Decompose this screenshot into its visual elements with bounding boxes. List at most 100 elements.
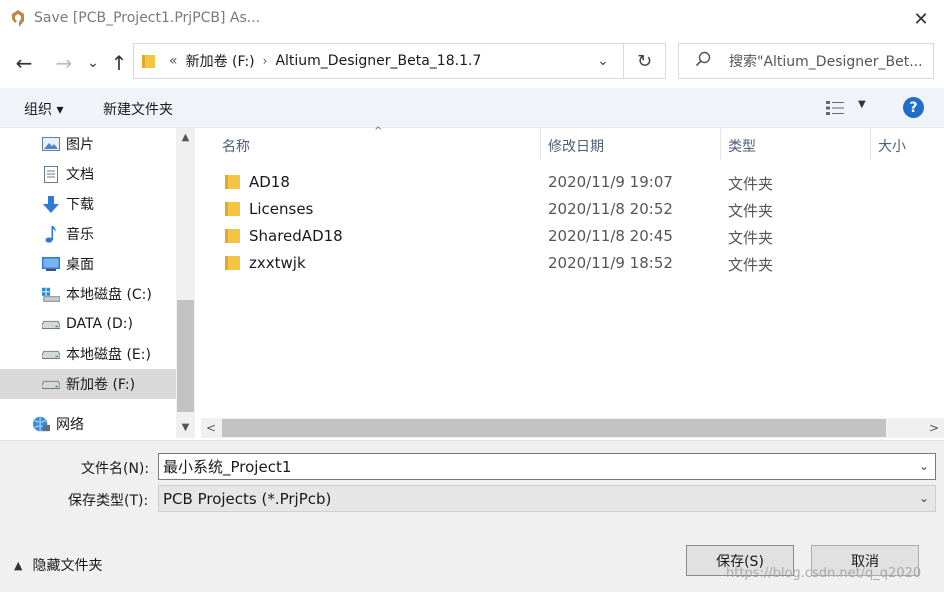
column-header-name[interactable]: 名称 — [222, 136, 250, 156]
file-modified: 2020/11/8 20:52 — [548, 200, 673, 218]
hide-folders-label: 隐藏文件夹 — [32, 558, 103, 574]
sort-ascending-icon: ^ — [374, 126, 383, 137]
downloads-icon — [42, 195, 60, 213]
sidebar-item-desktop[interactable]: 桌面 — [0, 249, 176, 279]
sidebar-item-drive-f[interactable]: 新加卷 (F:) — [0, 369, 176, 399]
arrow-up-icon: ↑ — [110, 51, 128, 75]
scroll-down-icon[interactable]: ▼ — [176, 418, 195, 436]
column-divider[interactable] — [870, 128, 871, 160]
column-header-modified[interactable]: 修改日期 — [548, 136, 604, 156]
new-folder-button[interactable]: 新建文件夹 — [103, 99, 173, 119]
up-button[interactable]: ↑ — [108, 50, 130, 76]
back-button[interactable]: ← — [12, 50, 36, 76]
scroll-up-icon[interactable]: ▲ — [176, 128, 195, 146]
filetype-label: 保存类型(T): — [68, 493, 149, 509]
address-overflow[interactable]: « — [169, 53, 178, 69]
save-options-panel: 文件名(N): ⌄ 保存类型(T): PCB Projects (*.PrjPc… — [0, 440, 944, 592]
refresh-button[interactable]: ↻ — [623, 43, 666, 79]
filename-label: 文件名(N): — [81, 461, 150, 477]
navigation-bar: ← → ⌄ ↑ « 新加卷 (F:) › Altium_Designer_Bet… — [0, 38, 944, 88]
hide-folders-toggle[interactable]: ▲ 隐藏文件夹 — [14, 555, 102, 575]
sidebar-item-documents[interactable]: 文档 — [0, 159, 176, 189]
help-button[interactable]: ? — [903, 97, 924, 118]
organize-menu[interactable]: 组织 ▾ — [24, 99, 63, 119]
search-icon — [695, 51, 713, 71]
folder-icon — [225, 202, 240, 216]
sidebar-item-label: 下载 — [66, 197, 94, 213]
file-modified: 2020/11/9 19:07 — [548, 173, 673, 191]
address-bar[interactable]: « 新加卷 (F:) › Altium_Designer_Beta_18.1.7 — [133, 43, 623, 79]
search-box[interactable]: 搜索"Altium_Designer_Bet... — [678, 43, 934, 79]
view-dropdown-button[interactable]: ▼ — [858, 99, 866, 110]
sidebar-item-pictures[interactable]: 图片 — [0, 129, 176, 159]
navigation-pane: 图片 文档 下载 音乐 桌面 本地磁盘 (C:) DATA (D:) 本地磁盘 … — [0, 128, 176, 438]
window-title: Save [PCB_Project1.PrjPCB] As... — [34, 10, 261, 26]
drive-icon — [42, 316, 60, 332]
system-drive-icon — [42, 286, 60, 302]
address-dropdown-button[interactable]: ⌄ — [583, 43, 623, 79]
scrollbar-thumb[interactable] — [222, 419, 886, 437]
arrow-left-icon: ← — [15, 51, 33, 75]
chevron-right-icon[interactable]: › — [263, 54, 268, 68]
watermark: https://blog.csdn.net/q_q2020 — [726, 566, 922, 581]
sidebar-item-music[interactable]: 音乐 — [0, 219, 176, 249]
recent-locations-button[interactable]: ⌄ — [84, 50, 102, 76]
drive-icon — [42, 376, 60, 392]
filename-input[interactable] — [159, 457, 899, 476]
file-row[interactable]: zxxtwjk 2020/11/9 18:52 文件夹 — [201, 250, 944, 277]
sidebar-item-label: 新加卷 (F:) — [66, 377, 136, 393]
forward-button[interactable]: → — [52, 50, 76, 76]
column-divider[interactable] — [540, 128, 541, 160]
close-icon: ✕ — [913, 8, 929, 30]
sidebar-item-label: 文档 — [66, 167, 94, 183]
sidebar-item-label: DATA (D:) — [66, 316, 133, 332]
sidebar-item-downloads[interactable]: 下载 — [0, 189, 176, 219]
desktop-icon — [42, 256, 60, 272]
chevron-down-icon: ⌄ — [597, 53, 609, 69]
scrollbar-thumb[interactable] — [177, 300, 194, 412]
refresh-icon: ↻ — [636, 50, 653, 72]
file-type: 文件夹 — [728, 229, 774, 247]
scroll-right-icon[interactable]: > — [924, 418, 944, 438]
filetype-select[interactable]: PCB Projects (*.PrjPcb) ⌄ — [158, 485, 936, 512]
file-row[interactable]: Licenses 2020/11/8 20:52 文件夹 — [201, 196, 944, 223]
file-name: AD18 — [249, 173, 290, 191]
chevron-down-icon: ⌄ — [918, 491, 929, 505]
address-segment-folder[interactable]: Altium_Designer_Beta_18.1.7 — [275, 53, 481, 69]
file-name: zxxtwjk — [249, 254, 306, 272]
sidebar-item-label: 图片 — [66, 137, 94, 153]
folder-icon — [142, 55, 155, 68]
file-type: 文件夹 — [728, 175, 774, 193]
arrow-right-icon: → — [55, 51, 73, 75]
file-row[interactable]: SharedAD18 2020/11/8 20:45 文件夹 — [201, 223, 944, 250]
column-divider[interactable] — [720, 128, 721, 160]
chevron-down-icon: ⌄ — [87, 55, 99, 71]
view-options-icon[interactable] — [826, 100, 844, 116]
sidebar-item-network[interactable]: 网络 — [0, 409, 176, 438]
altium-app-icon — [12, 10, 24, 27]
navigation-pane-scrollbar[interactable]: ▲ ▼ — [176, 128, 195, 438]
sidebar-item-drive-e[interactable]: 本地磁盘 (E:) — [0, 339, 176, 369]
file-modified: 2020/11/9 18:52 — [548, 254, 673, 272]
folder-icon — [225, 229, 240, 243]
file-name: SharedAD18 — [249, 227, 343, 245]
chevron-down-icon[interactable]: ⌄ — [919, 459, 929, 473]
column-header-size[interactable]: 大小 — [878, 136, 906, 156]
sidebar-item-label: 本地磁盘 (E:) — [66, 347, 151, 363]
file-row[interactable]: AD18 2020/11/9 19:07 文件夹 — [201, 169, 944, 196]
scroll-left-icon[interactable]: < — [201, 418, 221, 438]
close-button[interactable]: ✕ — [898, 0, 944, 38]
filename-field[interactable]: ⌄ — [158, 453, 936, 480]
column-header-type[interactable]: 类型 — [728, 136, 756, 156]
sidebar-item-drive-d[interactable]: DATA (D:) — [0, 309, 176, 339]
sidebar-item-drive-c[interactable]: 本地磁盘 (C:) — [0, 279, 176, 309]
sidebar-item-label: 音乐 — [66, 227, 94, 243]
address-segment-drive[interactable]: 新加卷 (F:) — [186, 51, 255, 71]
search-input[interactable]: 搜索"Altium_Designer_Bet... — [729, 51, 929, 71]
file-type: 文件夹 — [728, 202, 774, 220]
file-name: Licenses — [249, 200, 314, 218]
file-list: ^ 名称 修改日期 类型 大小 AD18 2020/11/9 19:07 文件夹… — [201, 126, 944, 418]
file-list-scrollbar[interactable]: < > — [201, 418, 944, 438]
sidebar-item-label: 桌面 — [66, 257, 94, 273]
file-type: 文件夹 — [728, 256, 774, 274]
